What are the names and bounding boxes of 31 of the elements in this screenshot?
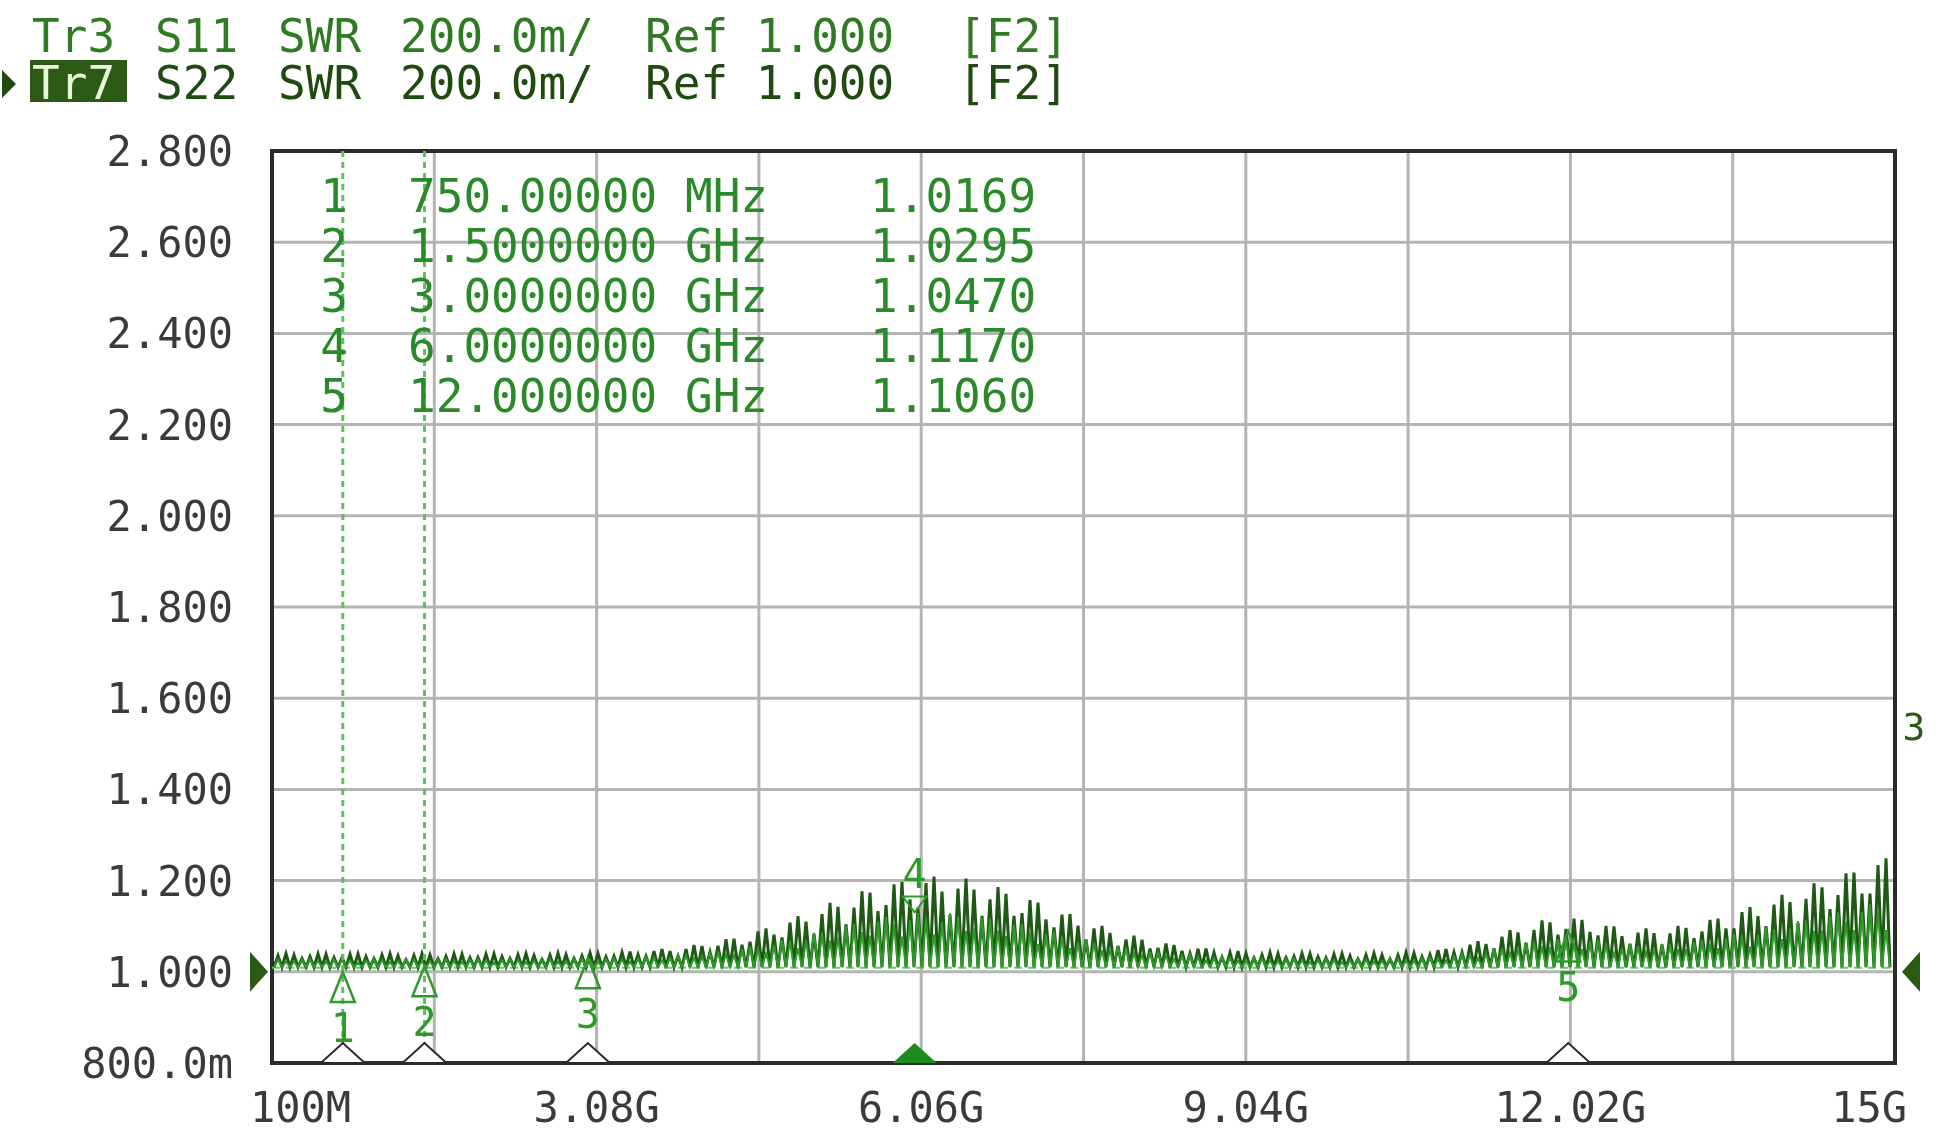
marker-number: 1: [330, 1005, 355, 1052]
y-axis-label: 1.800: [106, 583, 233, 632]
y-axis-label: 2.800: [106, 127, 233, 176]
y-axis-label: 800.0m: [81, 1039, 233, 1088]
marker-number: 3: [575, 991, 600, 1038]
y-axis-label: 1.000: [106, 947, 233, 997]
marker-number: 5: [1556, 964, 1581, 1011]
marker-number: 4: [902, 851, 927, 898]
y-axis-label: 2.000: [106, 491, 233, 541]
x-axis-label: 100M: [250, 1083, 352, 1132]
marker-icon[interactable]: [900, 895, 929, 915]
marker-icon[interactable]: [410, 963, 439, 998]
y-axis-label: 1.400: [106, 765, 233, 815]
marker-number: 3: [1902, 705, 1926, 749]
marker-icon[interactable]: [892, 1043, 937, 1063]
x-axis-label: 9.04G: [1182, 1083, 1309, 1132]
x-axis-label: 15G: [1831, 1083, 1907, 1132]
y-axis-label: 1.600: [106, 674, 233, 724]
y-axis-label: 2.600: [106, 218, 233, 268]
reference-level-icon: [250, 951, 268, 992]
y-axis-label: 1.200: [106, 856, 233, 906]
y-axis-label: 2.400: [106, 309, 233, 359]
x-axis-label: 6.06G: [858, 1083, 985, 1132]
marker-icon[interactable]: [1554, 928, 1583, 963]
x-axis-label: 3.08G: [533, 1083, 660, 1132]
x-axis-label: 12.02G: [1494, 1083, 1647, 1132]
marker-icon[interactable]: [328, 968, 357, 1004]
y-axis-label: 2.200: [106, 400, 233, 450]
marker-number: 2: [412, 999, 437, 1046]
marker-icon[interactable]: [574, 955, 602, 990]
reference-level-icon: [1902, 951, 1920, 992]
